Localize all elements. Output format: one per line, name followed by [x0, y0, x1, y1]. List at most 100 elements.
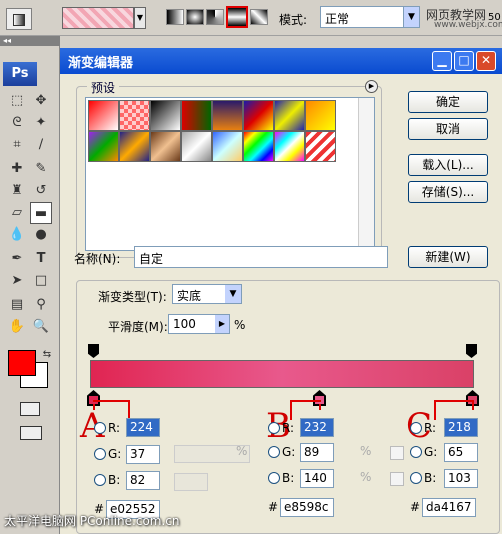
preset-swatch[interactable]: [212, 100, 243, 131]
radio-b-b[interactable]: [268, 472, 280, 484]
radio-r-b[interactable]: [268, 422, 280, 434]
preset-swatch[interactable]: [274, 100, 305, 131]
r-label: R:: [424, 421, 437, 435]
presets-scrollbar[interactable]: [358, 98, 374, 250]
pct-label: %: [360, 470, 372, 484]
green-field-a[interactable]: 37: [126, 445, 160, 464]
brush-tool-icon[interactable]: ✎: [30, 158, 52, 180]
hex-field-b[interactable]: e8598c: [280, 498, 334, 517]
preset-swatch[interactable]: [181, 131, 212, 162]
diamond-gradient-button[interactable]: [250, 9, 268, 25]
preset-swatch[interactable]: [243, 131, 274, 162]
name-field[interactable]: 自定: [134, 246, 388, 268]
pct-label: %: [236, 444, 248, 458]
green-field-b[interactable]: 89: [300, 443, 334, 462]
maximize-icon[interactable]: □: [454, 51, 474, 71]
preset-swatch[interactable]: [150, 131, 181, 162]
shape-tool-icon[interactable]: □: [30, 270, 52, 292]
preset-swatch[interactable]: [305, 131, 336, 162]
chevron-right-icon[interactable]: ▶: [215, 315, 229, 333]
linear-gradient-button[interactable]: [166, 9, 184, 25]
pen-tool-icon[interactable]: ✒: [6, 248, 28, 270]
radio-r-c[interactable]: [410, 422, 422, 434]
preset-swatch[interactable]: [150, 100, 181, 131]
slice-tool-icon[interactable]: ∕: [30, 134, 52, 156]
angle-gradient-button[interactable]: [206, 9, 224, 25]
radio-b-c[interactable]: [410, 472, 422, 484]
healing-brush-icon[interactable]: ✚: [6, 158, 28, 180]
red-field-b[interactable]: 232: [300, 418, 334, 437]
radio-b-a[interactable]: [94, 474, 106, 486]
screen-mode-icon[interactable]: [20, 426, 42, 440]
type-tool-icon[interactable]: T: [30, 248, 52, 270]
preset-swatch[interactable]: [305, 100, 336, 131]
chevron-down-icon: ▼: [225, 285, 241, 303]
save-button[interactable]: 存储(S)...: [408, 181, 488, 203]
new-button[interactable]: 新建(W): [408, 246, 488, 268]
green-field-c[interactable]: 65: [444, 443, 478, 462]
move-tool-icon[interactable]: ✥: [30, 90, 52, 112]
gradient-tool-icon[interactable]: [6, 8, 32, 30]
crop-tool-icon[interactable]: ⌗: [6, 134, 28, 156]
swap-colors-icon[interactable]: ⇆: [36, 344, 58, 366]
preset-swatch[interactable]: [181, 100, 212, 131]
zoom-tool-icon[interactable]: 🔍: [30, 316, 52, 338]
radio-g-b[interactable]: [268, 446, 280, 458]
gradient-tool-selected-icon[interactable]: ▬: [30, 202, 52, 224]
path-select-icon[interactable]: ➤: [6, 270, 28, 292]
notes-tool-icon[interactable]: ▤: [6, 294, 28, 316]
blue-field-b[interactable]: 140: [300, 469, 334, 488]
radio-g-a[interactable]: [94, 448, 106, 460]
minimize-icon[interactable]: ▁: [432, 51, 452, 71]
dialog-titlebar[interactable]: 渐变编辑器 ▁ □ ✕: [60, 48, 502, 74]
quick-mask-icon[interactable]: [20, 402, 40, 416]
radio-g-c[interactable]: [410, 446, 422, 458]
eyedropper-icon[interactable]: ⚲: [30, 294, 52, 316]
preset-swatch[interactable]: [243, 100, 274, 131]
blue-field-a[interactable]: 82: [126, 471, 160, 490]
preset-swatch[interactable]: [119, 131, 150, 162]
hex-field-c[interactable]: da4167: [422, 498, 476, 517]
hand-tool-icon[interactable]: ✋: [6, 316, 28, 338]
preset-swatch[interactable]: [88, 100, 119, 131]
close-icon[interactable]: ✕: [476, 51, 496, 71]
red-field-a[interactable]: 224: [126, 418, 160, 437]
gradient-type-select[interactable]: 实底 ▼: [172, 284, 242, 304]
gradient-type-label: 渐变类型(T):: [98, 290, 167, 304]
radial-gradient-button[interactable]: [186, 9, 204, 25]
preset-swatch[interactable]: [274, 131, 305, 162]
g-label: G:: [282, 445, 296, 459]
reflected-gradient-button[interactable]: [226, 6, 248, 28]
gradient-picker-arrow-icon[interactable]: ▼: [134, 7, 146, 29]
annotation-line: [290, 400, 321, 402]
foreground-color-swatch[interactable]: [8, 350, 36, 376]
marquee-tool-icon[interactable]: ⬚: [6, 90, 28, 112]
mode-select[interactable]: 正常 ▼: [320, 6, 420, 28]
gradient-bar[interactable]: [90, 360, 474, 388]
preset-swatch[interactable]: [119, 100, 150, 131]
eraser-tool-icon[interactable]: ▱: [6, 202, 28, 224]
cancel-button[interactable]: 取消: [408, 118, 488, 140]
dodge-tool-icon[interactable]: ●: [30, 224, 52, 246]
preset-swatch[interactable]: [88, 131, 119, 162]
toolbox-grip[interactable]: ◂◂: [0, 36, 60, 46]
gradient-picker-swatch[interactable]: [62, 7, 134, 29]
presets-group: 预设 ▶: [76, 79, 382, 258]
lasso-tool-icon[interactable]: ᘓ: [6, 112, 28, 134]
blue-field-c[interactable]: 103: [444, 469, 478, 488]
preset-swatch[interactable]: [212, 131, 243, 162]
red-field-c[interactable]: 218: [444, 418, 478, 437]
b-label: B:: [282, 471, 295, 485]
history-brush-icon[interactable]: ↺: [30, 180, 52, 202]
stamp-tool-icon[interactable]: ♜: [6, 180, 28, 202]
blur-tool-icon[interactable]: 💧: [6, 224, 28, 246]
radio-r-a[interactable]: [94, 422, 106, 434]
ps-logo: Ps: [3, 62, 37, 86]
ok-button[interactable]: 确定: [408, 91, 488, 113]
load-button[interactable]: 载入(L)...: [408, 154, 488, 176]
mode-label: 模式:: [279, 13, 308, 27]
magic-wand-icon[interactable]: ✦: [30, 112, 52, 134]
smoothness-input[interactable]: 100 ▶: [168, 314, 230, 334]
r-label: R:: [282, 421, 295, 435]
presets-menu-icon[interactable]: ▶: [365, 80, 378, 93]
